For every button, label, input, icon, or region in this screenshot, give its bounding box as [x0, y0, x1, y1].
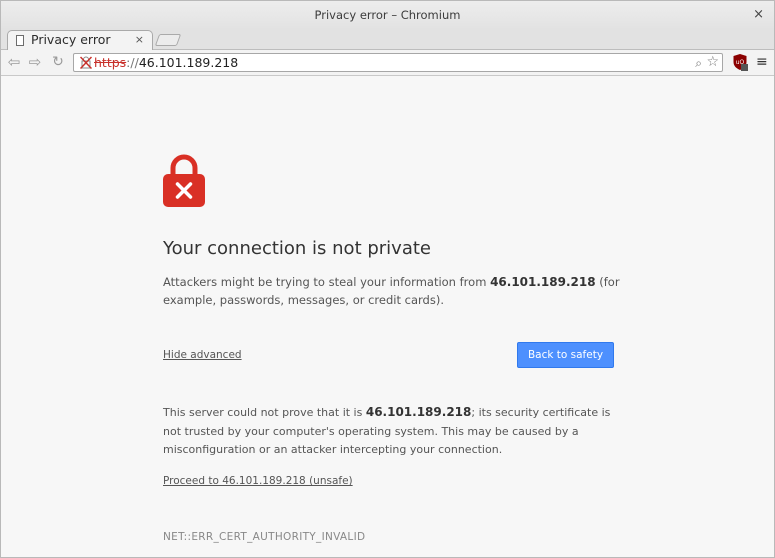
url-host: 46.101.189.218 [138, 55, 239, 70]
window-title: Privacy error – Chromium [314, 8, 461, 22]
reload-button[interactable]: ↻ [49, 53, 67, 71]
tab-privacy-error[interactable]: Privacy error × [7, 30, 153, 50]
advanced-details-paragraph: This server could not prove that it is 4… [163, 403, 623, 460]
browser-window: Privacy error – Chromium × Privacy error… [0, 0, 775, 558]
url-scheme: https [94, 55, 127, 70]
error-code: NET::ERR_CERT_AUTHORITY_INVALID [163, 531, 366, 543]
explanation-paragraph: Attackers might be trying to steal your … [163, 273, 623, 309]
bookmark-star-icon[interactable]: ☆ [706, 54, 719, 70]
back-button[interactable]: ⇦ [5, 53, 23, 71]
url-separator: :// [126, 55, 139, 70]
p2-host: 46.101.189.218 [365, 405, 472, 419]
title-bar: Privacy error – Chromium × [1, 1, 774, 30]
toolbar: ⇦ ⇨ ↻ https://46.101.189.218 ⌕ ☆ uO ≡ [1, 50, 774, 76]
p1-text-before: Attackers might be trying to steal your … [163, 275, 491, 289]
forward-button[interactable]: ⇨ [26, 53, 44, 71]
tab-title: Privacy error [31, 32, 111, 47]
url-text[interactable]: https://46.101.189.218 [94, 55, 238, 70]
hide-advanced-link[interactable]: Hide advanced [163, 349, 242, 361]
red-padlock-icon [163, 154, 205, 207]
p1-host: 46.101.189.218 [490, 275, 596, 289]
proceed-unsafe-link[interactable]: Proceed to 46.101.189.218 (unsafe) [163, 475, 353, 487]
zoom-icon[interactable]: ⌕ [695, 56, 702, 71]
back-to-safety-button[interactable]: Back to safety [517, 342, 614, 368]
menu-icon[interactable]: ≡ [756, 53, 768, 71]
interstitial-page: Your connection is not private Attackers… [1, 77, 774, 557]
page-icon [16, 35, 24, 46]
broken-lock-icon[interactable] [80, 56, 92, 69]
tab-strip: Privacy error × [1, 30, 774, 50]
p2-text-before: This server could not prove that it is [163, 406, 366, 419]
ublock-icon[interactable]: uO [732, 53, 748, 71]
window-close-button[interactable]: × [753, 7, 764, 22]
new-tab-button[interactable] [154, 34, 182, 46]
tab-close-icon[interactable]: × [135, 33, 144, 46]
address-bar[interactable]: https://46.101.189.218 ⌕ ☆ [73, 53, 723, 72]
page-title: Your connection is not private [163, 238, 431, 259]
